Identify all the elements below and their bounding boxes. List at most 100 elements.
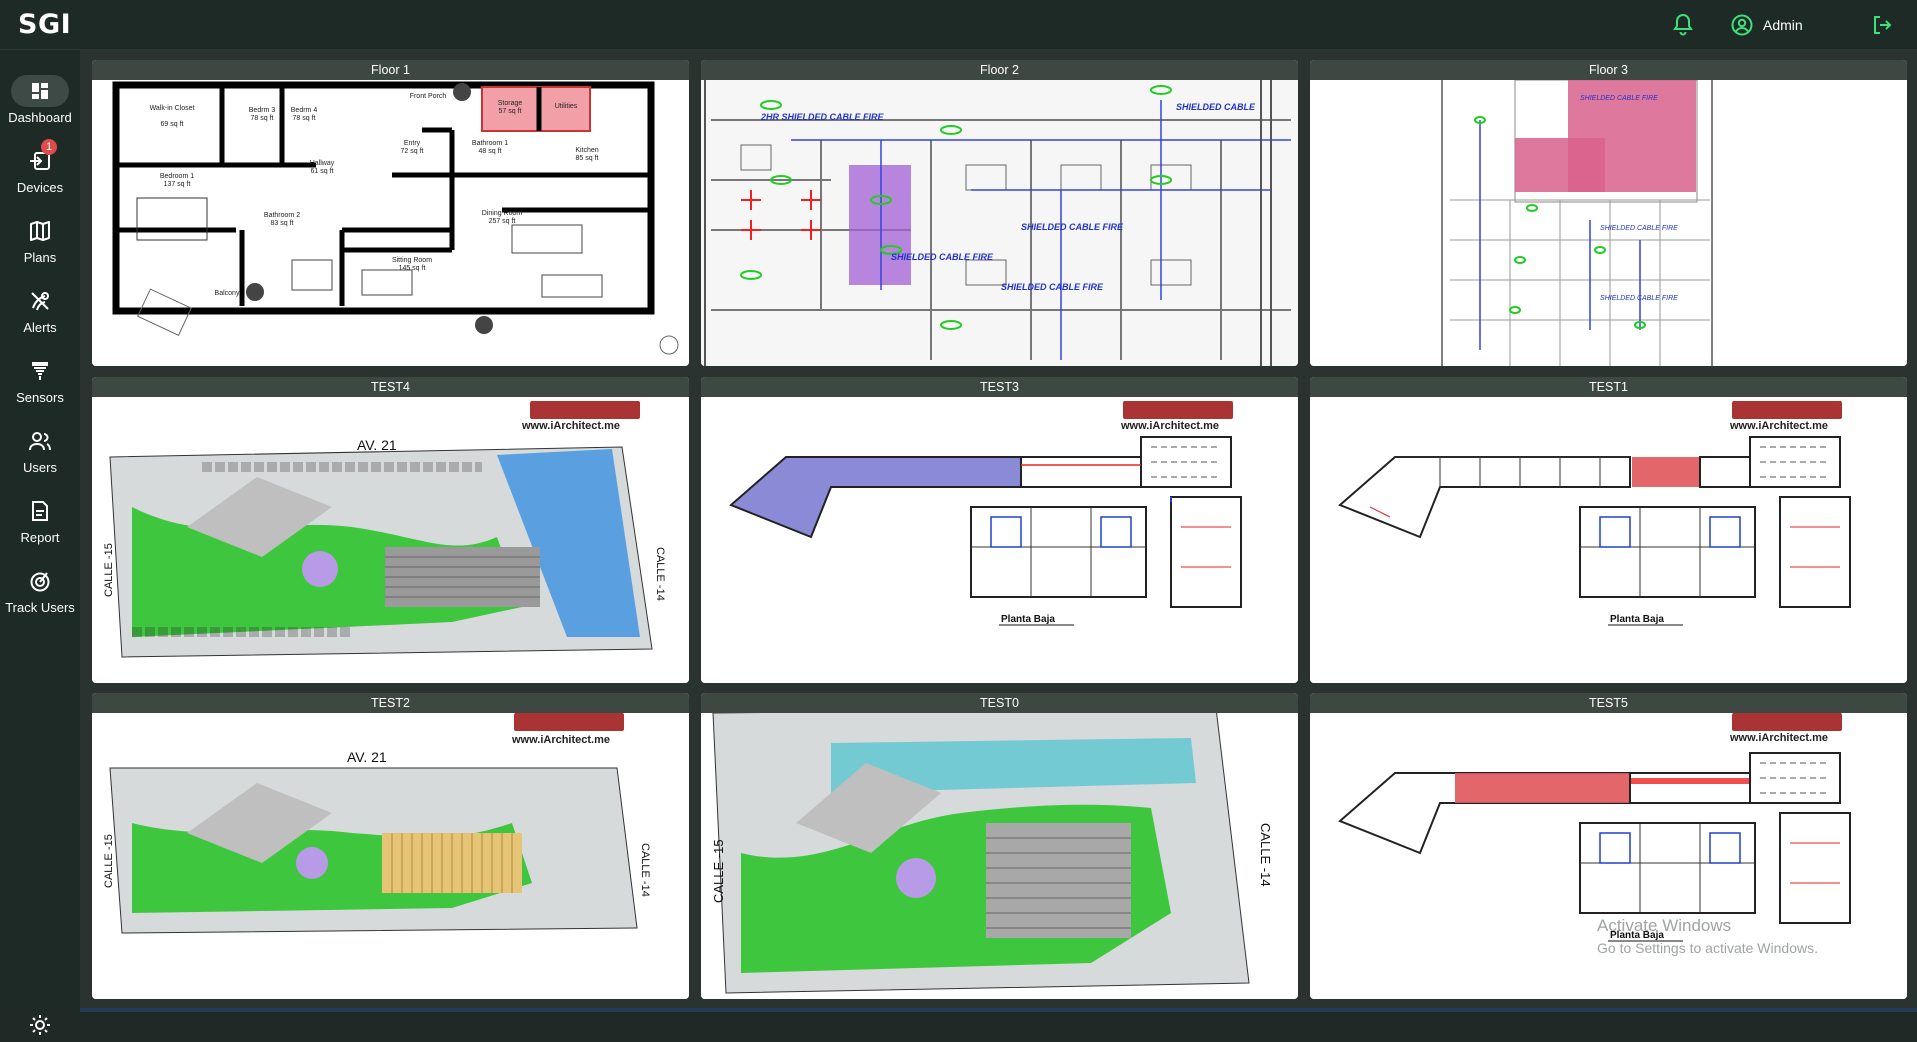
plan-card-test3[interactable]: TEST3 www.iArchitect.me Planta Baja [701, 377, 1298, 683]
windows-activation-watermark: Activate Windows Go to Settings to activ… [1597, 915, 1818, 959]
room-area: 78 sq ft [293, 115, 316, 122]
plan-card-floor-2[interactable]: Floor 2 2HR SHIELDED CABLE FIRE SHIELDED… [701, 60, 1298, 366]
site-plan-image[interactable]: CALLE -15 CALLE -14 [701, 713, 1298, 999]
plan-card-test2[interactable]: TEST2 www.iArchitect.me AV. 21 CALLE -15… [92, 693, 689, 999]
report-icon [11, 495, 69, 527]
room-label: Bathroom 1 [472, 140, 508, 147]
plan-card-test4[interactable]: TEST4 www.iArchitect.me AV. 21 CALLE -15… [92, 377, 689, 683]
street-label: CALLE -15 [711, 839, 726, 903]
site-plan-image[interactable]: www.iArchitect.me AV. 21 CALLE -15 CALLE… [92, 713, 689, 999]
svg-text:SHIELDED CABLE FIRE: SHIELDED CABLE FIRE [891, 252, 994, 262]
card-title: TEST4 [92, 377, 689, 397]
card-title: TEST0 [701, 693, 1298, 713]
sidebar-item-devices[interactable]: 1 Devices [0, 139, 80, 207]
room-area: 57 sq ft [499, 108, 522, 115]
plan-card-floor-3[interactable]: Floor 3 SHIELDED CABLE FIRE SHIELDED CAB… [1310, 60, 1907, 366]
svg-text:SHIELDED CABLE FIRE: SHIELDED CABLE FIRE [1600, 295, 1678, 302]
room-label: Balcony [215, 290, 240, 297]
sidebar-item-sensors[interactable]: Sensors [0, 355, 80, 417]
site-plan-image[interactable]: www.iArchitect.me AV. 21 CALLE -15 CALLE… [92, 397, 689, 683]
sidebar: Dashboard 1 Devices Plans Alerts Sensors… [0, 50, 80, 1035]
user-menu[interactable]: Admin [1731, 12, 1803, 38]
street-label: CALLE -14 [639, 843, 651, 897]
sidebar-item-plans[interactable]: Plans [0, 215, 80, 277]
plan-label: Planta Baja [1610, 614, 1664, 625]
sidebar-item-label: Report [20, 530, 60, 545]
room-label: Bedrm 3 [249, 107, 276, 114]
brand-text: www.iArchitect.me [521, 420, 620, 432]
dashboard-icon [11, 75, 69, 107]
room-area: 83 sq ft [271, 220, 294, 227]
room-label: Kitchen [575, 147, 598, 154]
plan-card-floor-1[interactable]: Floor 1 Walk-in Closet 69 sq ft Bedrm 3 [92, 60, 689, 366]
watermark-title: Activate Windows [1597, 916, 1732, 935]
sidebar-item-label: Alerts [23, 320, 57, 335]
floor-plan-image[interactable]: Walk-in Closet 69 sq ft Bedrm 3 78 sq ft… [92, 80, 689, 366]
room-label: Bedrm 4 [291, 107, 318, 114]
room-label: Bedroom 1 [160, 173, 194, 180]
map-icon [11, 215, 69, 247]
street-label: CALLE -15 [103, 834, 115, 888]
card-title: TEST3 [701, 377, 1298, 397]
users-icon [11, 425, 69, 457]
watermark-subtitle: Go to Settings to activate Windows. [1597, 940, 1818, 956]
brand-text: www.iArchitect.me [1729, 420, 1828, 432]
plan-card-test1[interactable]: TEST1 www.iArchitect.me Planta Baja [1310, 377, 1907, 683]
floor-plan-image[interactable]: www.iArchitect.me Planta Baja [701, 397, 1298, 683]
svg-text:SHIELDED CABLE FIRE: SHIELDED CABLE FIRE [1600, 225, 1678, 232]
sidebar-item-alerts[interactable]: Alerts [0, 285, 80, 347]
user-name: Admin [1763, 17, 1803, 33]
room-area: 61 sq ft [311, 168, 334, 175]
card-title: TEST1 [1310, 377, 1907, 397]
plan-card-test0[interactable]: TEST0 CALLE -15 CALLE -14 [701, 693, 1298, 999]
room-area: 137 sq ft [164, 181, 191, 188]
track-icon [11, 565, 69, 597]
room-area: 145 sq ft [399, 265, 426, 272]
brand-text: www.iArchitect.me [1120, 420, 1219, 432]
sidebar-item-label: Plans [23, 250, 57, 265]
card-title: Floor 3 [1310, 60, 1907, 80]
room-area: 72 sq ft [401, 148, 424, 155]
brand-text: www.iArchitect.me [511, 734, 610, 746]
app-logo[interactable]: SGI [18, 9, 71, 40]
sidebar-item-report[interactable]: Report [0, 495, 80, 557]
room-label: Sitting Room [392, 257, 432, 264]
sidebar-item-track-users[interactable]: Track Users [0, 565, 80, 627]
room-label: Dining Room [482, 210, 523, 217]
svg-text:SHIELDED CABLE: SHIELDED CABLE [1176, 102, 1256, 112]
svg-text:SHIELDED CABLE FIRE: SHIELDED CABLE FIRE [1001, 282, 1104, 292]
floor-plan-image[interactable]: 2HR SHIELDED CABLE FIRE SHIELDED CABLE S… [701, 80, 1298, 366]
room-label: Walk-in Closet [150, 105, 195, 112]
sidebar-item-label: Users [23, 460, 57, 475]
theme-toggle-sun-icon[interactable] [28, 1013, 52, 1037]
card-title: TEST5 [1310, 693, 1907, 713]
bottom-edge [80, 1008, 1917, 1012]
room-label: Front Porch [410, 93, 447, 100]
sidebar-item-users[interactable]: Users [0, 425, 80, 487]
street-label: CALLE -14 [654, 547, 666, 601]
room-area: 69 sq ft [161, 121, 184, 128]
devices-count-badge: 1 [41, 139, 57, 155]
room-area: 257 sq ft [489, 218, 516, 225]
room-label: Bathroom 2 [264, 212, 300, 219]
room-area: 78 sq ft [251, 115, 274, 122]
devices-icon: 1 [11, 139, 69, 177]
alert-icon [11, 285, 69, 317]
notifications-bell-icon[interactable] [1671, 12, 1695, 38]
brand-text: www.iArchitect.me [1729, 732, 1828, 744]
card-title: TEST2 [92, 693, 689, 713]
room-label: Utilities [555, 103, 578, 110]
svg-text:SHIELDED CABLE FIRE: SHIELDED CABLE FIRE [1580, 95, 1658, 102]
sidebar-item-dashboard[interactable]: Dashboard [0, 75, 80, 137]
floor-plan-image[interactable]: SHIELDED CABLE FIRE SHIELDED CABLE FIRE … [1310, 80, 1907, 366]
sidebar-item-label: Dashboard [8, 110, 72, 125]
street-label: AV. 21 [347, 749, 387, 765]
logout-icon[interactable] [1870, 13, 1894, 37]
room-area: 85 sq ft [576, 155, 599, 162]
room-label: Storage [498, 100, 523, 107]
card-title: Floor 2 [701, 60, 1298, 80]
room-label: Hallway [310, 160, 335, 167]
sidebar-item-label: Sensors [16, 390, 64, 405]
street-label: CALLE -15 [103, 543, 115, 597]
floor-plan-image[interactable]: www.iArchitect.me Planta Baja [1310, 397, 1907, 683]
